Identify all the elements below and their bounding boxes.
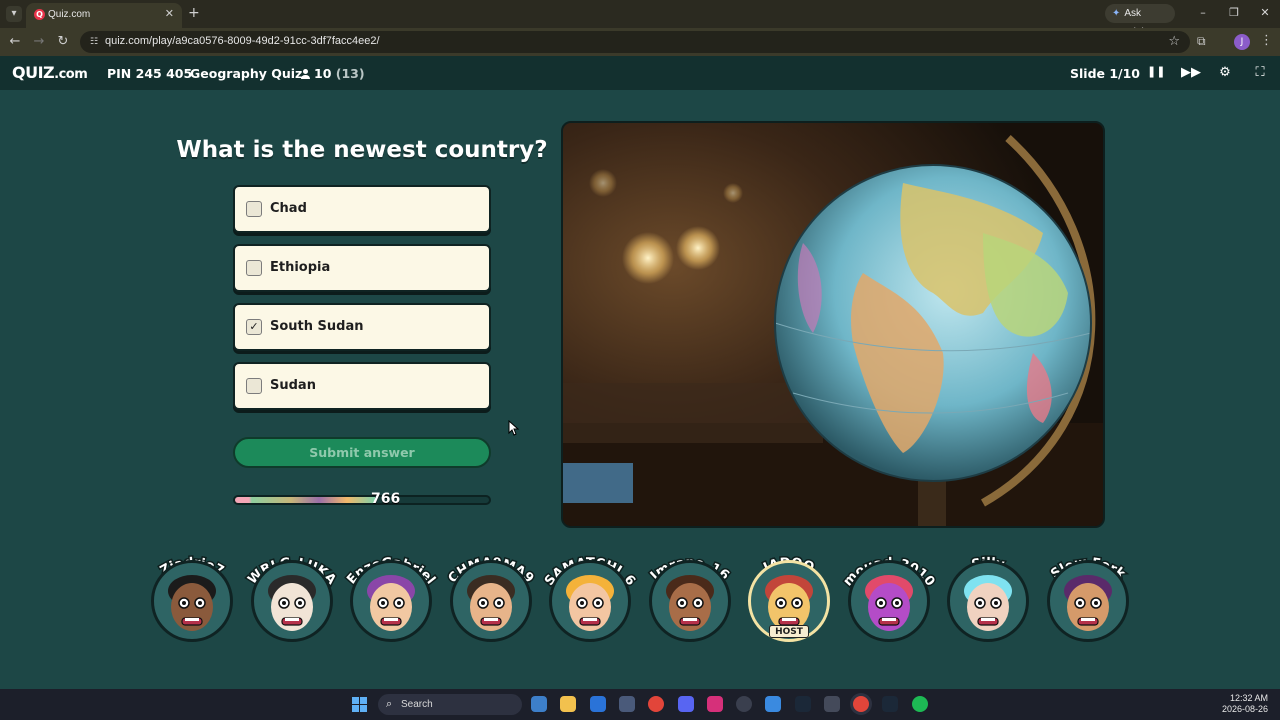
- search-icon: ⌕: [386, 698, 393, 710]
- site-info-icon[interactable]: ☷: [88, 36, 100, 48]
- system-clock[interactable]: 12:32 AM 2026-08-26: [1222, 693, 1268, 715]
- extensions-icon[interactable]: ⧉: [1197, 34, 1206, 49]
- player-avatar: SAMATCHI_6: [540, 548, 640, 643]
- photos-app-icon[interactable]: [531, 696, 547, 712]
- windows-taskbar: ⌕ Search 12:32 AM 2026-08-26: [0, 689, 1280, 720]
- address-bar: ← → ↻ ☷ quiz.com/play/a9ca0576-8009-49d2…: [0, 28, 1280, 56]
- gemini-icon: ✦: [1112, 8, 1121, 19]
- settings-gear-icon[interactable]: ⚙: [1216, 65, 1234, 80]
- mouse-cursor-icon: [508, 420, 520, 436]
- answer-checkbox-checked[interactable]: ✓: [246, 319, 262, 335]
- score-value: 766: [371, 491, 401, 507]
- answer-checkbox[interactable]: [246, 260, 262, 276]
- answer-option-ethiopia[interactable]: Ethiopia: [233, 244, 491, 292]
- answer-label: South Sudan: [270, 319, 364, 334]
- answer-label: Ethiopia: [270, 260, 331, 275]
- submit-answer-button[interactable]: Submit answer: [233, 437, 491, 468]
- chrome-app-icon[interactable]: [648, 696, 664, 712]
- answer-option-sudan[interactable]: Sudan: [233, 362, 491, 410]
- question-image-globe: [561, 121, 1105, 528]
- quiz-favicon-icon: Q: [34, 9, 45, 20]
- player-avatar: Silly: [938, 548, 1038, 643]
- player-avatar: JADOOHOST: [739, 548, 839, 643]
- players-count: 10: [314, 66, 332, 81]
- question-text: What is the newest country?: [176, 137, 548, 163]
- mail-app-icon[interactable]: [590, 696, 606, 712]
- browser-menu-icon[interactable]: ⋮: [1260, 33, 1273, 48]
- tab-close-icon[interactable]: ✕: [165, 7, 174, 20]
- player-face: [1046, 560, 1129, 642]
- answer-checkbox[interactable]: [246, 378, 262, 394]
- app-icon[interactable]: [765, 696, 781, 712]
- clock-date: 2026-08-26: [1221, 704, 1268, 714]
- answer-checkbox[interactable]: [246, 201, 262, 217]
- person-icon: [301, 69, 310, 79]
- clock-time: 12:32 AM: [1229, 693, 1268, 703]
- discord-app-icon[interactable]: [678, 696, 694, 712]
- player-face: [250, 560, 333, 642]
- player-face: [847, 560, 930, 642]
- logo-main: QUIZ: [12, 63, 55, 82]
- taskbar-search[interactable]: ⌕ Search: [378, 694, 522, 715]
- tab-search-icon[interactable]: ▾: [6, 6, 22, 22]
- player-face: [449, 560, 532, 642]
- spotify-app-icon[interactable]: [912, 696, 928, 712]
- url-text[interactable]: quiz.com/play/a9ca0576-8009-49d2-91cc-3d…: [105, 35, 380, 47]
- app-icon[interactable]: [824, 696, 840, 712]
- score-progress-bar: [233, 495, 491, 505]
- profile-avatar[interactable]: J: [1234, 34, 1250, 50]
- quiz-header: QUIZ.com PIN 245 405 Geography Quiz 10 (…: [0, 56, 1280, 90]
- close-window-icon[interactable]: ✕: [1255, 6, 1275, 19]
- store-app-icon[interactable]: [619, 696, 635, 712]
- quiz-title: Geography Quiz: [190, 66, 303, 81]
- players-total: (13): [335, 66, 365, 81]
- ask-gemini-button[interactable]: ✦Ask Gemini: [1105, 4, 1175, 38]
- tab-title: Quiz.com: [48, 9, 91, 20]
- fullscreen-icon[interactable]: ⛶: [1251, 65, 1269, 80]
- restore-icon[interactable]: ❐: [1224, 6, 1244, 19]
- steam-app-icon[interactable]: [882, 696, 898, 712]
- back-icon[interactable]: ←: [6, 34, 24, 49]
- player-face: [350, 560, 432, 642]
- chrome-active-icon[interactable]: [853, 696, 869, 712]
- score-progress-fill: [235, 497, 375, 503]
- windows-start-icon[interactable]: [352, 697, 367, 712]
- player-avatar: WBLG_LUKA: [242, 548, 342, 643]
- player-avatar: mouad_3010: [839, 548, 939, 643]
- player-avatar: EnzoGabriel: [341, 548, 441, 643]
- file-explorer-icon[interactable]: [560, 696, 576, 712]
- taskbar-search-label: Search: [401, 699, 433, 710]
- answer-label: Chad: [270, 201, 307, 216]
- player-avatar: Imrane_16: [640, 548, 740, 643]
- player-avatar: CHMA9MA9: [441, 548, 541, 643]
- url-omnibox[interactable]: ☷ quiz.com/play/a9ca0576-8009-49d2-91cc-…: [80, 31, 1190, 53]
- pause-icon[interactable]: ❚❚: [1147, 65, 1165, 78]
- answer-option-south-sudan[interactable]: ✓ South Sudan: [233, 303, 491, 351]
- app-icon[interactable]: [736, 696, 752, 712]
- logo-domain: .com: [54, 67, 88, 82]
- player-avatar: Ziadrio7: [142, 548, 242, 643]
- answer-label: Sudan: [270, 378, 316, 393]
- reload-icon[interactable]: ↻: [54, 34, 72, 49]
- game-pin: PIN 245 405: [107, 66, 193, 81]
- bookmark-star-icon[interactable]: ☆: [1168, 34, 1180, 49]
- browser-tab[interactable]: Q Quiz.com ✕: [26, 3, 182, 28]
- new-tab-icon[interactable]: +: [188, 5, 200, 21]
- answer-option-chad[interactable]: Chad: [233, 185, 491, 233]
- player-face: [947, 560, 1029, 642]
- player-avatar: Slow Fork: [1038, 548, 1138, 643]
- player-face: [151, 560, 233, 642]
- quiz-logo[interactable]: QUIZ.com: [12, 63, 88, 82]
- browser-tab-strip: ▾ Q Quiz.com ✕ + ✦Ask Gemini – ❐ ✕: [0, 0, 1280, 38]
- slide-indicator: Slide 1/10: [1070, 66, 1141, 81]
- instagram-app-icon[interactable]: [707, 696, 723, 712]
- player-face: [549, 560, 631, 642]
- forward-icon[interactable]: →: [30, 34, 48, 49]
- minimize-icon[interactable]: –: [1193, 6, 1213, 19]
- host-badge: HOST: [769, 625, 809, 638]
- player-face: [648, 560, 731, 642]
- skip-forward-icon[interactable]: ▶▶: [1181, 65, 1201, 80]
- steam-app-icon[interactable]: [795, 696, 811, 712]
- player-count: 10 (13): [301, 66, 365, 81]
